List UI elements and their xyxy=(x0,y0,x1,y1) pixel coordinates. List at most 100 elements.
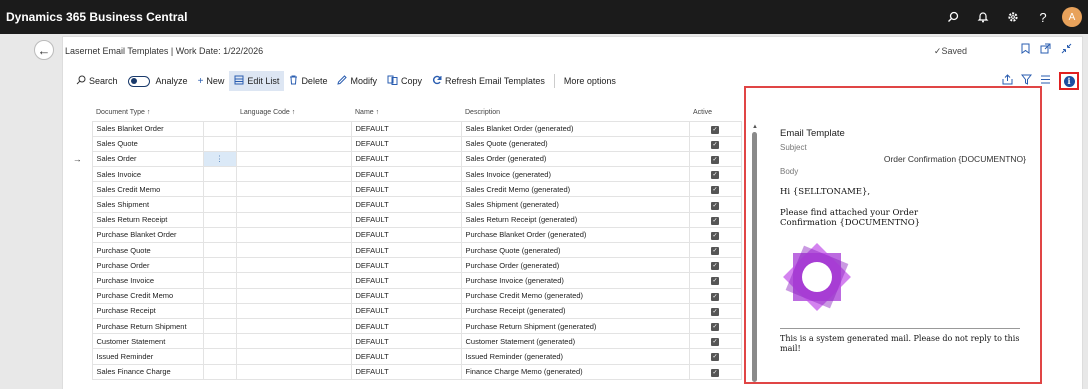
active-checkbox[interactable]: ✓ xyxy=(711,277,719,286)
table-row[interactable]: Sales Blanket Order DEFAULT Sales Blanket … xyxy=(63,120,742,137)
active-checkbox[interactable]: ✓ xyxy=(711,155,719,164)
row-marker[interactable] xyxy=(63,197,92,212)
cell-active[interactable]: ✓ xyxy=(688,272,742,289)
row-marker[interactable] xyxy=(63,167,92,182)
cell-description[interactable]: Sales Shipment (generated) xyxy=(460,196,690,213)
cell-description[interactable]: Sales Order (generated) xyxy=(460,150,690,168)
row-marker[interactable] xyxy=(63,349,92,364)
cell-description[interactable]: Purchase Return Shipment (generated) xyxy=(460,317,690,335)
cell-name[interactable]: DEFAULT xyxy=(350,226,462,244)
cell-description[interactable]: Purchase Quote (generated) xyxy=(460,241,690,259)
table-row[interactable]: Issued Reminder DEFAULT Issued Reminder (g… xyxy=(63,348,742,365)
delete-button[interactable]: Delete xyxy=(284,71,332,91)
cell-document-type[interactable]: Purchase Order xyxy=(91,257,204,274)
table-row[interactable]: Customer Statement DEFAULT Customer Statem… xyxy=(63,333,742,350)
cell-active[interactable]: ✓ xyxy=(688,120,742,137)
row-marker[interactable]: → xyxy=(63,151,92,166)
cell-language-code[interactable] xyxy=(235,241,352,259)
row-action-cell[interactable] xyxy=(202,241,237,259)
cell-language-code[interactable] xyxy=(235,333,352,350)
row-marker[interactable] xyxy=(63,212,92,227)
cell-language-code[interactable] xyxy=(235,120,352,137)
row-marker[interactable] xyxy=(63,243,92,258)
active-checkbox[interactable]: ✓ xyxy=(711,368,719,377)
cell-description[interactable]: Issued Reminder (generated) xyxy=(460,348,690,365)
cell-description[interactable]: Sales Quote (generated) xyxy=(460,135,690,152)
row-marker[interactable] xyxy=(63,303,92,318)
cell-language-code[interactable] xyxy=(235,302,352,319)
factbox-scrollbar[interactable] xyxy=(752,132,757,382)
row-action-cell[interactable] xyxy=(202,181,237,198)
cell-name[interactable]: DEFAULT xyxy=(350,211,462,228)
table-row[interactable]: Sales Invoice DEFAULT Sales Invoice (gener… xyxy=(63,166,742,183)
cell-active[interactable]: ✓ xyxy=(688,150,742,168)
row-action-cell[interactable] xyxy=(202,302,237,319)
row-action-cell[interactable] xyxy=(202,363,237,380)
collapse-icon[interactable] xyxy=(1061,43,1072,57)
cell-document-type[interactable]: Sales Credit Memo xyxy=(91,181,204,198)
cell-language-code[interactable] xyxy=(235,150,352,168)
active-checkbox[interactable]: ✓ xyxy=(711,201,719,210)
cell-name[interactable]: DEFAULT xyxy=(350,272,462,289)
cell-document-type[interactable]: Purchase Return Shipment xyxy=(91,317,204,335)
cell-name[interactable]: DEFAULT xyxy=(350,333,462,350)
row-marker[interactable] xyxy=(63,136,92,151)
row-action-cell[interactable] xyxy=(202,348,237,365)
cell-document-type[interactable]: Customer Statement xyxy=(91,333,204,350)
back-button[interactable]: ← xyxy=(34,40,54,60)
row-action-cell[interactable] xyxy=(202,317,237,335)
cell-language-code[interactable] xyxy=(235,272,352,289)
copy-button[interactable]: Copy xyxy=(382,71,427,91)
gear-icon[interactable] xyxy=(998,0,1028,34)
cell-document-type[interactable]: Sales Order xyxy=(91,150,204,168)
active-checkbox[interactable]: ✓ xyxy=(711,186,719,195)
table-row[interactable]: Sales Credit Memo DEFAULT Sales Credit Mem… xyxy=(63,181,742,198)
table-row[interactable]: Purchase Invoice DEFAULT Purchase Invoice … xyxy=(63,272,742,289)
cell-active[interactable]: ✓ xyxy=(688,241,742,259)
cell-active[interactable]: ✓ xyxy=(688,363,742,380)
row-marker[interactable] xyxy=(63,318,92,333)
cell-document-type[interactable]: Purchase Quote xyxy=(91,241,204,259)
row-action-cell[interactable] xyxy=(202,166,237,183)
cell-language-code[interactable] xyxy=(235,287,352,304)
cell-active[interactable]: ✓ xyxy=(688,196,742,213)
bookmark-icon[interactable] xyxy=(1021,43,1030,57)
row-action-cell[interactable] xyxy=(202,211,237,228)
cell-active[interactable]: ✓ xyxy=(688,257,742,274)
active-checkbox[interactable]: ✓ xyxy=(711,247,719,256)
cell-active[interactable]: ✓ xyxy=(688,317,742,335)
table-row[interactable]: Purchase Quote DEFAULT Purchase Quote (gen… xyxy=(63,241,742,259)
cell-active[interactable]: ✓ xyxy=(688,211,742,228)
active-checkbox[interactable]: ✓ xyxy=(711,140,719,149)
cell-description[interactable]: Sales Blanket Order (generated) xyxy=(460,120,690,137)
search-icon[interactable] xyxy=(938,0,968,34)
table-row[interactable]: Purchase Return Shipment DEFAULT Purchase … xyxy=(63,317,742,335)
row-marker[interactable] xyxy=(63,288,92,303)
cell-active[interactable]: ✓ xyxy=(688,226,742,244)
avatar[interactable]: A xyxy=(1062,7,1082,27)
row-action-cell[interactable] xyxy=(202,196,237,213)
cell-name[interactable]: DEFAULT xyxy=(350,241,462,259)
active-checkbox[interactable]: ✓ xyxy=(711,216,719,225)
row-marker[interactable] xyxy=(63,121,92,136)
column-header-document-type[interactable]: Document Type ↑ xyxy=(92,105,203,121)
row-marker[interactable] xyxy=(63,364,92,379)
cell-document-type[interactable]: Sales Blanket Order xyxy=(91,120,204,137)
cell-active[interactable]: ✓ xyxy=(688,348,742,365)
row-marker[interactable] xyxy=(63,182,92,197)
cell-document-type[interactable]: Issued Reminder xyxy=(91,348,204,365)
more-options-button[interactable]: More options xyxy=(559,71,621,91)
cell-document-type[interactable]: Sales Quote xyxy=(91,135,204,152)
active-checkbox[interactable]: ✓ xyxy=(711,323,719,332)
active-checkbox[interactable]: ✓ xyxy=(711,171,719,180)
active-checkbox[interactable]: ✓ xyxy=(711,231,719,240)
column-header-active[interactable]: Active xyxy=(689,105,741,121)
cell-description[interactable]: Purchase Order (generated) xyxy=(460,257,690,274)
cell-description[interactable]: Finance Charge Memo (generated) xyxy=(460,363,690,380)
new-button[interactable]: + New xyxy=(193,71,230,91)
open-new-window-icon[interactable] xyxy=(1040,43,1051,57)
cell-language-code[interactable] xyxy=(235,211,352,228)
table-row[interactable]: Purchase Credit Memo DEFAULT Purchase Cred… xyxy=(63,287,742,304)
cell-description[interactable]: Sales Invoice (generated) xyxy=(460,166,690,183)
help-icon[interactable]: ? xyxy=(1028,0,1058,34)
